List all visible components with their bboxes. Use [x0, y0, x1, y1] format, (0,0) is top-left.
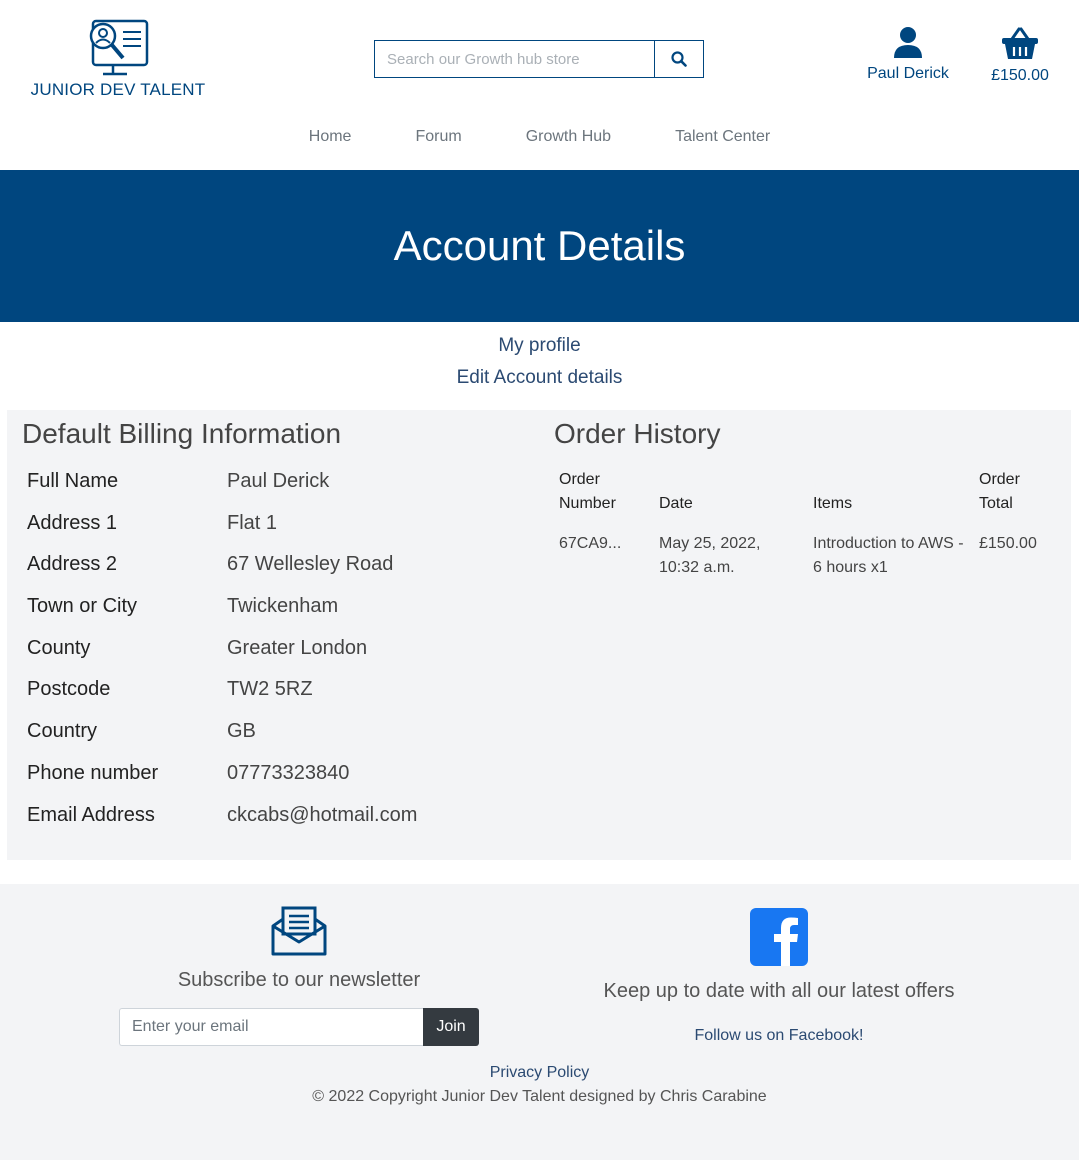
billing-value: GB: [227, 720, 256, 743]
billing-label: Town or City: [27, 595, 138, 618]
newsletter-section: Subscribe to our newsletter Join: [119, 906, 479, 1046]
newsletter-form: Join: [119, 1008, 479, 1046]
copyright-text: © 2022 Copyright Junior Dev Talent desig…: [312, 1088, 767, 1105]
nav-talent-center[interactable]: Talent Center: [643, 128, 802, 146]
order-items: Introduction to AWS - 6 hours x1: [813, 535, 964, 576]
email-field[interactable]: [119, 1008, 423, 1046]
nav-home[interactable]: Home: [277, 128, 384, 146]
order-number-link[interactable]: 67CA9...: [554, 520, 654, 592]
envelope-icon: [271, 906, 327, 956]
billing-label: County: [27, 636, 91, 659]
billing-label: Address 2: [27, 553, 118, 576]
main-nav: Home Forum Growth Hub Talent Center: [0, 128, 1079, 146]
account-name: Paul Derick: [867, 65, 949, 82]
billing-value: Flat 1: [227, 511, 278, 534]
billing-value: 07773323840: [227, 761, 350, 784]
page-banner: Account Details: [0, 170, 1079, 322]
billing-label: Full Name: [27, 470, 119, 492]
social-section: Keep up to date with all our latest offe…: [590, 908, 968, 1045]
billing-value: 67 Wellesley Road: [227, 553, 394, 576]
billing-title: Default Billing Information: [22, 418, 342, 449]
order-history-table: Order Number Date Items Order Total 67CA…: [554, 464, 1054, 592]
billing-value: Greater London: [227, 636, 368, 659]
billing-label: Postcode: [27, 678, 111, 701]
order-date: May 25, 2022, 10:32 a.m.: [659, 535, 761, 576]
billing-row: Town or City Twickenham: [22, 595, 522, 637]
search-form: [374, 40, 704, 78]
user-icon: [894, 27, 922, 58]
billing-label: Phone number: [27, 761, 159, 784]
search-button[interactable]: [654, 41, 703, 77]
nav-forum[interactable]: Forum: [383, 128, 493, 146]
edit-account-link[interactable]: Edit Account details: [0, 362, 1079, 394]
billing-section: Default Billing Information Full Name Pau…: [22, 418, 522, 845]
social-title: Keep up to date with all our latest offe…: [603, 980, 955, 1002]
billing-value: Twickenham: [227, 595, 339, 618]
billing-label: Country: [27, 720, 98, 743]
join-button[interactable]: Join: [423, 1008, 479, 1046]
billing-row: County Greater London: [22, 637, 522, 679]
basket-link[interactable]: £150.00: [982, 26, 1058, 85]
col-order-number: Order Number: [559, 471, 616, 512]
talent-search-icon: [89, 19, 149, 76]
order-history-section: Order History Order Number Date Items Or…: [554, 418, 1064, 592]
search-input[interactable]: [375, 41, 654, 77]
billing-row: Postcode TW2 5RZ: [22, 678, 522, 720]
billing-row: Full Name Paul Derick: [22, 470, 522, 512]
billing-value: ckcabs@hotmail.com: [227, 803, 418, 826]
nav-growth-hub[interactable]: Growth Hub: [494, 128, 643, 146]
billing-list: Full Name Paul Derick Address 1 Flat 1 Add…: [22, 470, 522, 845]
order-total: £150.00: [979, 535, 1037, 552]
billing-row: Email Address ckcabs@hotmail.com: [22, 804, 522, 846]
col-items: Items: [813, 495, 853, 512]
facebook-link[interactable]: Follow us on Facebook!: [590, 1027, 968, 1045]
billing-value: TW2 5RZ: [227, 678, 313, 701]
billing-row: Country GB: [22, 720, 522, 762]
my-profile-link[interactable]: My profile: [0, 330, 1079, 362]
billing-value: Paul Derick: [227, 470, 330, 492]
basket-total: £150.00: [991, 67, 1049, 84]
page-title: Account Details: [393, 222, 686, 269]
newsletter-title: Subscribe to our newsletter: [177, 969, 421, 991]
site-footer: Subscribe to our newsletter Join Keep up…: [0, 884, 1079, 1160]
col-date: Date: [659, 495, 693, 512]
logo-text: JUNIOR DEV TALENT: [30, 80, 206, 99]
order-header-row: Order Number Date Items Order Total: [554, 464, 1054, 520]
billing-row: Phone number 07773323840: [22, 762, 522, 804]
order-history-title: Order History: [554, 418, 721, 449]
billing-row: Address 1 Flat 1: [22, 512, 522, 554]
account-sublinks: My profile Edit Account details: [0, 330, 1079, 394]
account-menu[interactable]: Paul Derick: [862, 26, 954, 83]
col-order-total: Order Total: [979, 471, 1020, 512]
billing-label: Email Address: [27, 803, 155, 826]
facebook-icon[interactable]: [750, 908, 808, 966]
billing-row: Address 2 67 Wellesley Road: [22, 553, 522, 595]
site-header: JUNIOR DEV TALENT Paul Derick £150.00: [0, 0, 1079, 170]
privacy-policy-link[interactable]: Privacy Policy: [0, 1064, 1079, 1082]
billing-label: Address 1: [27, 511, 118, 534]
facebook-logo-glyph: [774, 917, 798, 966]
table-row: 67CA9... May 25, 2022, 10:32 a.m. Introd…: [554, 520, 1054, 592]
search-icon: [671, 51, 687, 67]
shopping-basket-icon: [1002, 27, 1038, 59]
account-panel: Default Billing Information Full Name Pau…: [7, 410, 1071, 860]
site-logo[interactable]: JUNIOR DEV TALENT: [28, 18, 208, 100]
